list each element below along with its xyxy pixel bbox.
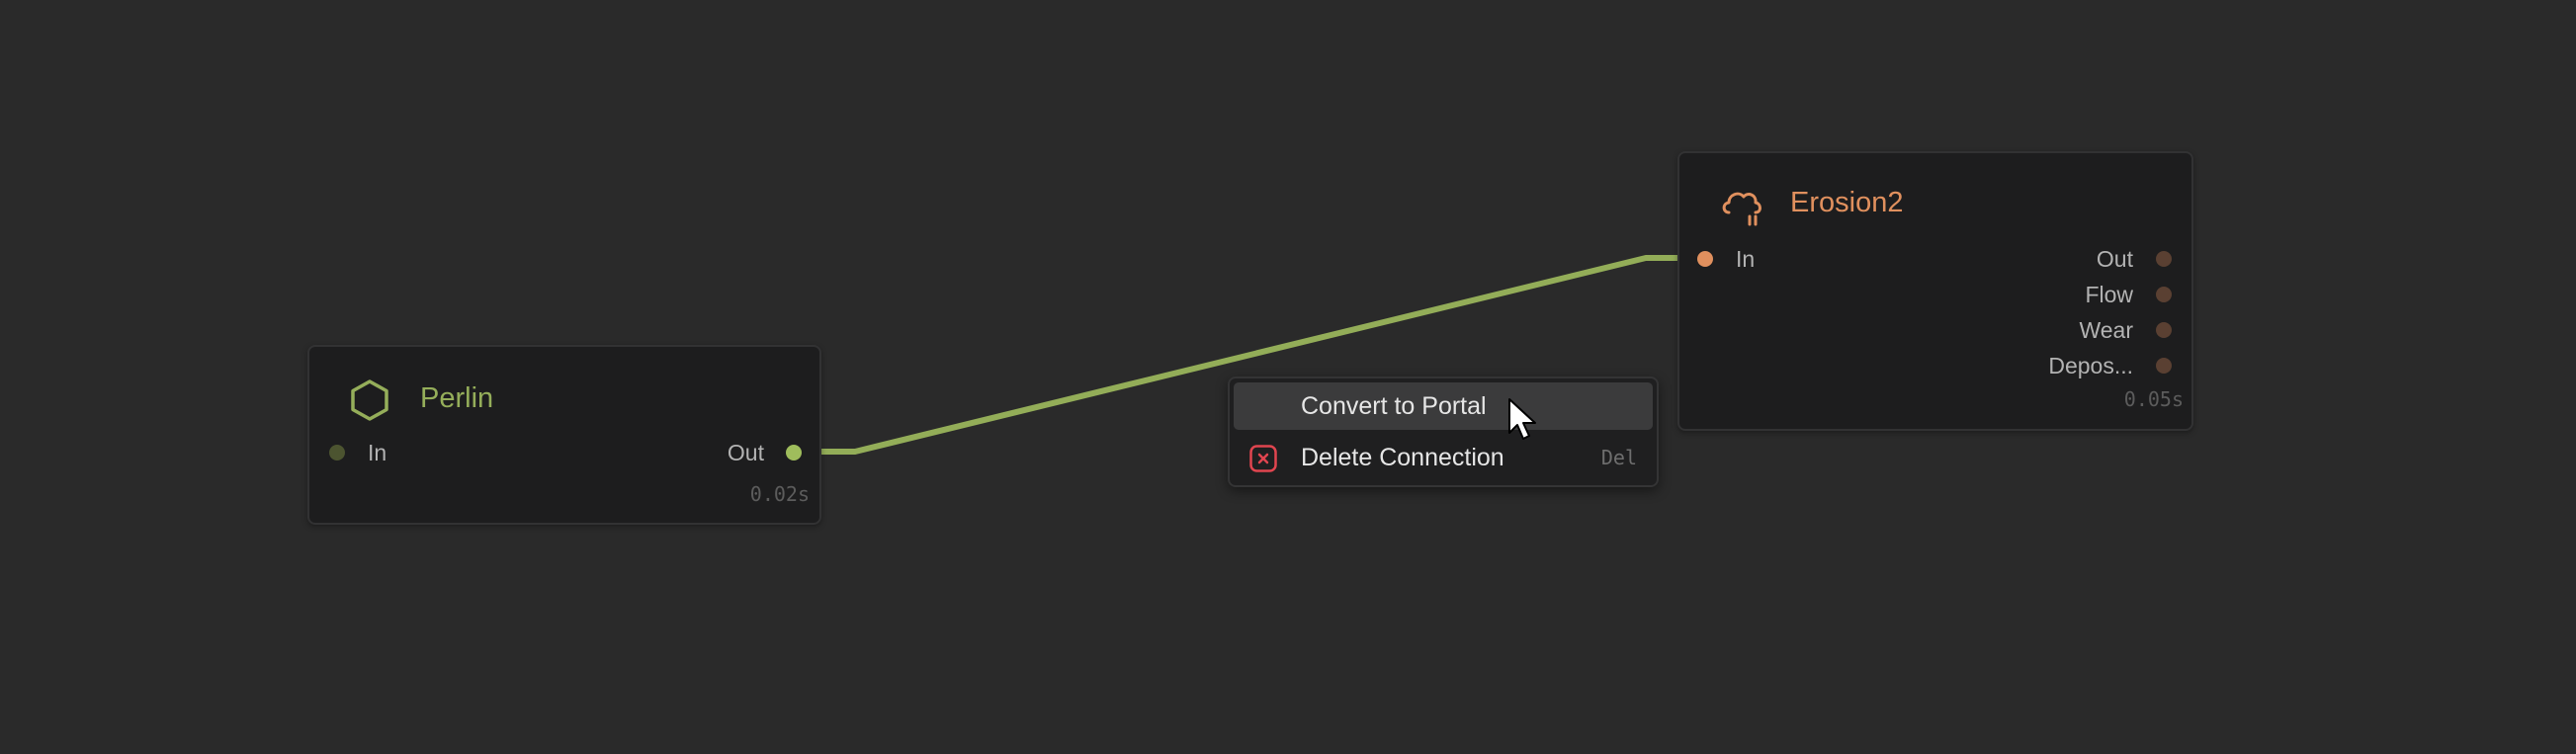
- perlin-node[interactable]: Perlin In Out 0.02s: [307, 345, 821, 525]
- output-port-dot[interactable]: [786, 445, 802, 461]
- hexagon-icon: [351, 379, 388, 421]
- input-port-dot[interactable]: [329, 445, 345, 461]
- context-menu: Convert to Portal Delete Connection Del: [1228, 377, 1659, 487]
- erosion2-node[interactable]: Erosion2 In Out Flow Wear Depos... 0.05s: [1677, 151, 2193, 431]
- shortcut-hint: Del: [1600, 446, 1637, 469]
- output-port-dot[interactable]: [2156, 358, 2172, 374]
- convert-to-portal-item[interactable]: Convert to Portal: [1234, 382, 1653, 430]
- node-title: Perlin: [420, 382, 494, 414]
- output-port-dot[interactable]: [2156, 322, 2172, 338]
- output-port-label: Flow: [2085, 281, 2133, 307]
- node-graph-canvas[interactable]: Perlin In Out 0.02s Erosion2 In Out Flow…: [0, 0, 2576, 754]
- input-port-dot[interactable]: [1697, 251, 1713, 267]
- menu-item-label: Convert to Portal: [1301, 391, 1487, 420]
- menu-item-label: Delete Connection: [1301, 443, 1504, 471]
- output-port-dot[interactable]: [2156, 287, 2172, 302]
- node-title: Erosion2: [1790, 187, 1904, 218]
- output-port-label: Depos...: [2048, 352, 2133, 378]
- input-port-label: In: [368, 439, 387, 465]
- timing-label: 0.02s: [749, 482, 810, 506]
- delete-connection-item[interactable]: Delete Connection Del: [1234, 434, 1653, 481]
- timing-label: 0.05s: [2123, 387, 2184, 411]
- cloud-rain-icon: [1722, 192, 1761, 226]
- input-port-label: In: [1736, 245, 1756, 272]
- output-port-dot[interactable]: [2156, 251, 2172, 267]
- output-port-label: Out: [2096, 245, 2133, 272]
- delete-x-icon: [1249, 445, 1277, 472]
- output-port-label: Out: [727, 439, 764, 465]
- mouse-pointer-icon: [1508, 398, 1536, 440]
- output-port-label: Wear: [2079, 316, 2133, 343]
